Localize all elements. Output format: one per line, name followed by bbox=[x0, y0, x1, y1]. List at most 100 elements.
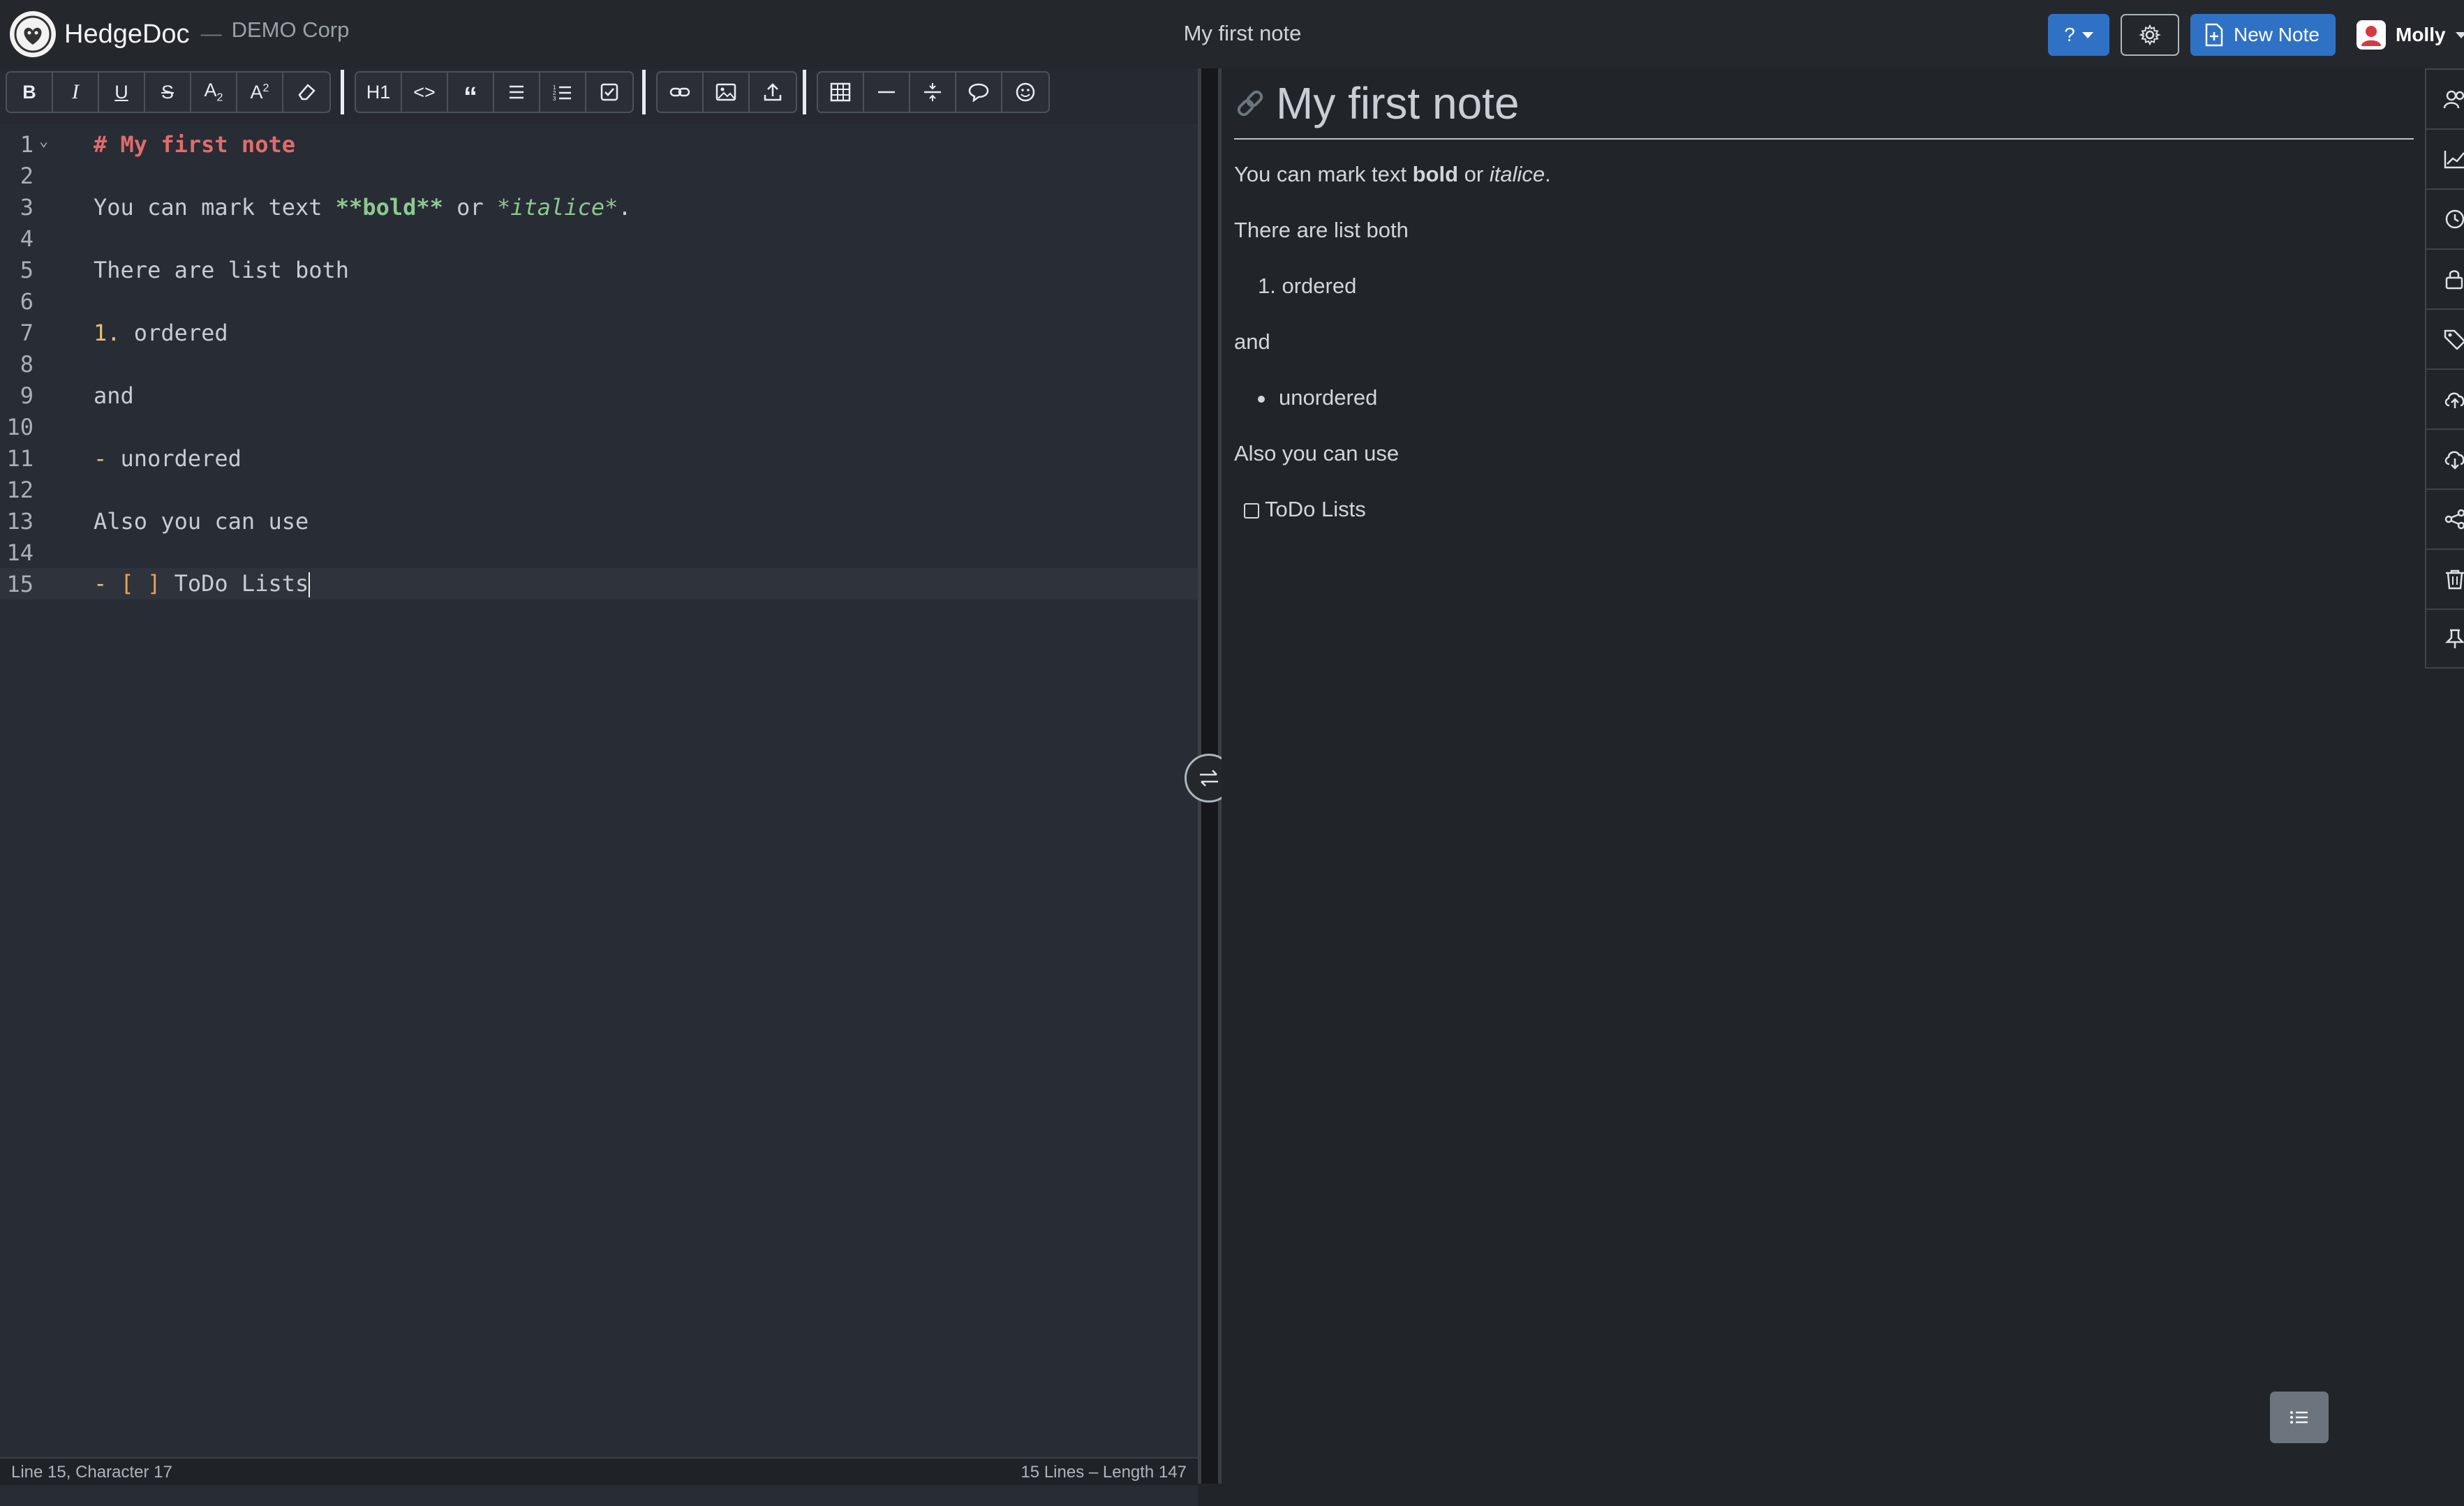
underline-button[interactable]: U bbox=[99, 73, 145, 112]
user-name: Molly bbox=[2396, 24, 2446, 45]
horizontal-line-button[interactable] bbox=[864, 73, 910, 112]
chart-icon bbox=[2444, 151, 2464, 169]
bold-button[interactable]: B bbox=[7, 73, 53, 112]
sidebar-item-export[interactable] bbox=[2425, 368, 2464, 428]
table-button[interactable] bbox=[818, 73, 864, 112]
line-number: 13 bbox=[6, 507, 34, 535]
code-icon: <> bbox=[413, 81, 436, 103]
image-icon bbox=[715, 83, 736, 101]
text-span: or bbox=[1458, 162, 1490, 186]
clear-format-button[interactable] bbox=[283, 73, 329, 112]
preview-paragraph: Also you can use bbox=[1234, 441, 1400, 465]
upload-button[interactable] bbox=[750, 73, 796, 112]
task-checkbox[interactable] bbox=[1244, 502, 1259, 519]
preview-heading: My first note bbox=[1234, 68, 2414, 140]
brand-separator: — bbox=[200, 22, 222, 45]
history-icon bbox=[2445, 209, 2464, 229]
strikethrough-button[interactable]: S bbox=[145, 73, 191, 112]
navbar: HedgeDoc — DEMO Corp My first note ? New… bbox=[0, 0, 2464, 70]
sidebar-item-tags[interactable] bbox=[2425, 308, 2464, 368]
line-number: 6 bbox=[20, 288, 34, 315]
toolbar-divider bbox=[803, 70, 806, 114]
strikethrough-icon: S bbox=[161, 81, 174, 103]
italic-text: italice bbox=[1489, 162, 1545, 186]
bulleted-list-button[interactable] bbox=[494, 73, 540, 112]
subscript-button[interactable]: A2 bbox=[191, 73, 237, 112]
sidebar-item-statistics[interactable] bbox=[2425, 128, 2464, 188]
sidebar-item-pin[interactable] bbox=[2425, 609, 2464, 669]
superscript-button[interactable]: A2 bbox=[237, 73, 283, 112]
code-button[interactable]: <> bbox=[402, 73, 448, 112]
horizontal-line-icon bbox=[878, 91, 895, 94]
code-line: 9 and bbox=[0, 380, 1198, 411]
image-button[interactable] bbox=[704, 73, 750, 112]
code-line: 10 bbox=[0, 411, 1198, 442]
ordered-list-item: 1. ordered bbox=[1258, 274, 1356, 299]
code-editor[interactable]: 1 ⌄ # My first note 2 3 You can mark tex… bbox=[0, 124, 1198, 1506]
bullet-icon bbox=[1258, 395, 1265, 403]
code-line: 2 bbox=[0, 160, 1198, 191]
cursor-position: Line 15, Character 17 bbox=[11, 1463, 172, 1482]
help-button[interactable]: ? bbox=[2048, 14, 2109, 56]
sidebar-item-import[interactable] bbox=[2425, 428, 2464, 489]
quote-button[interactable]: “ bbox=[448, 73, 494, 112]
fold-chevron-icon[interactable]: ⌄ bbox=[39, 133, 48, 150]
list-item-text: ToDo Lists bbox=[1265, 497, 1366, 521]
upload-icon bbox=[764, 83, 782, 101]
anchor-link-icon[interactable] bbox=[1234, 87, 1266, 119]
code-line: 3 You can mark text **bold** or *italice… bbox=[0, 191, 1198, 223]
collapsible-button[interactable] bbox=[910, 73, 956, 112]
task-list-button[interactable] bbox=[586, 73, 632, 112]
right-sidebar bbox=[2425, 68, 2464, 683]
users-icon bbox=[2443, 90, 2464, 109]
line-number: 11 bbox=[6, 445, 34, 472]
block-group: H1 <> “ 123 bbox=[355, 71, 634, 113]
code-line: 6 bbox=[0, 285, 1198, 317]
table-of-contents-button[interactable] bbox=[2270, 1392, 2329, 1443]
comment-icon bbox=[968, 83, 989, 102]
emoji-icon bbox=[1016, 82, 1035, 102]
extra-group bbox=[817, 71, 1050, 113]
sidebar-item-users[interactable] bbox=[2425, 68, 2464, 128]
bold-icon: B bbox=[22, 81, 36, 103]
list-number: 1. bbox=[1258, 274, 1276, 298]
code-line-text: There are list both bbox=[94, 256, 350, 283]
brand-org: DEMO Corp bbox=[231, 17, 350, 42]
line-number: 15 bbox=[6, 570, 34, 597]
text-span: You can mark text bbox=[1234, 162, 1413, 186]
svg-text:3: 3 bbox=[553, 96, 556, 100]
code-line: 5 There are list both bbox=[0, 254, 1198, 285]
numbered-list-icon: 123 bbox=[553, 84, 571, 100]
settings-button[interactable] bbox=[2121, 14, 2179, 56]
link-icon bbox=[669, 87, 690, 97]
hedgedoc-logo-icon bbox=[10, 11, 56, 57]
comment-button[interactable] bbox=[956, 73, 1002, 112]
sidebar-item-delete[interactable] bbox=[2425, 549, 2464, 609]
quote-icon: “ bbox=[463, 81, 477, 112]
editor-toolbar: B I U S A2 A2 H1 <> “ 123 bbox=[6, 68, 1192, 114]
document-stats: 15 Lines – Length 147 bbox=[1021, 1463, 1187, 1482]
link-button[interactable] bbox=[658, 73, 704, 112]
numbered-list-button[interactable]: 123 bbox=[540, 73, 586, 112]
code-line-text: and bbox=[94, 382, 134, 409]
heading-button[interactable]: H1 bbox=[356, 73, 402, 112]
preview-pane: My first note You can mark text bold or … bbox=[1222, 68, 2425, 1484]
line-number: 3 bbox=[20, 193, 34, 221]
line-number: 5 bbox=[20, 256, 34, 283]
emoji-button[interactable] bbox=[1002, 73, 1048, 112]
insert-group bbox=[656, 71, 797, 113]
user-menu[interactable]: Molly bbox=[2357, 17, 2464, 53]
avatar bbox=[2357, 20, 2386, 50]
sidebar-item-permissions[interactable] bbox=[2425, 248, 2464, 308]
gear-icon bbox=[2139, 24, 2161, 46]
sidebar-item-share[interactable] bbox=[2425, 489, 2464, 549]
italic-button[interactable]: I bbox=[53, 73, 99, 112]
brand[interactable]: HedgeDoc — DEMO Corp bbox=[10, 8, 349, 60]
new-note-button[interactable]: New Note bbox=[2190, 14, 2336, 56]
code-line: 1 ⌄ # My first note bbox=[0, 128, 1198, 160]
file-plus-icon bbox=[2205, 23, 2223, 47]
trash-icon bbox=[2446, 569, 2464, 590]
code-line: 11 - unordered bbox=[0, 442, 1198, 474]
chevron-down-icon bbox=[2081, 31, 2093, 38]
sidebar-item-history[interactable] bbox=[2425, 188, 2464, 248]
